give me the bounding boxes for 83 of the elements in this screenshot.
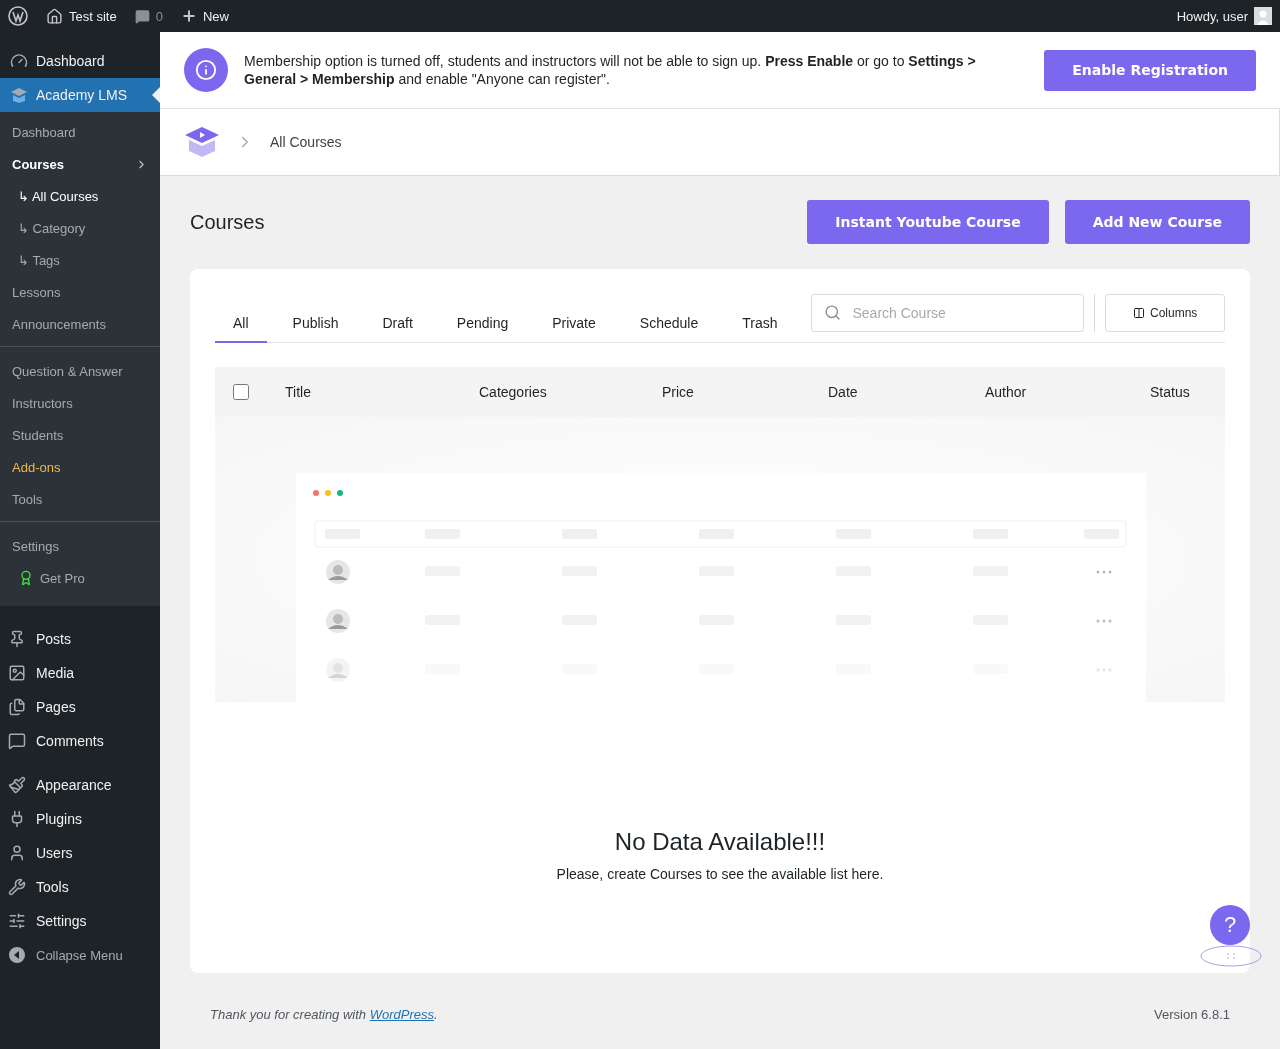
status-tab[interactable]: Publish — [274, 293, 357, 343]
column-header: Categories — [479, 384, 548, 400]
column-header: Date — [828, 384, 859, 400]
empty-title: No Data Available!!! — [614, 828, 826, 856]
empty-message: Please, create Courses to see the available list here. — [556, 866, 884, 882]
status-tab[interactable]: Private — [534, 293, 614, 343]
breadcrumb: All Courses — [270, 134, 342, 150]
sidebar-subitem[interactable]: ↳ All Courses — [0, 180, 160, 212]
greeting: Howdy, user — [1176, 8, 1248, 24]
sidebar-subitem[interactable]: Get Pro — [0, 562, 160, 594]
sidebar-subitem[interactable]: ↳ Category — [0, 212, 160, 244]
sidebar-item[interactable]: Plugins — [0, 802, 160, 836]
columns-button[interactable]: Columns — [1105, 293, 1225, 332]
sidebar-item[interactable]: Settings — [0, 904, 160, 938]
sidebar-item[interactable]: Academy LMS — [0, 78, 160, 112]
sidebar-subitem[interactable]: Lessons — [0, 276, 160, 308]
sidebar-item[interactable]: Media — [0, 656, 160, 690]
version: Version 6.8.1 — [1154, 1007, 1230, 1024]
status-tab[interactable]: Trash — [724, 293, 796, 343]
sidebar-subitem[interactable]: Settings — [0, 530, 160, 562]
search-field[interactable]: Search Course — [811, 293, 1085, 332]
sidebar-item[interactable]: Tools — [0, 870, 160, 904]
enable-registration-button[interactable]: Enable Registration — [1044, 49, 1256, 91]
sidebar-subitem[interactable]: Add-ons — [0, 451, 160, 483]
menu-icon — [8, 630, 26, 648]
menu-icon — [8, 698, 26, 716]
new-link[interactable]: New — [180, 8, 229, 24]
sidebar-subitem[interactable]: Tools — [0, 483, 160, 515]
wordpress-link[interactable]: WordPress — [369, 1007, 434, 1022]
sidebar-subitem[interactable]: ↳ Tags — [0, 244, 160, 276]
columns-icon — [1133, 306, 1145, 319]
status-tab[interactable]: Pending — [438, 293, 527, 343]
plus-icon — [180, 8, 197, 24]
collapse-icon — [8, 946, 26, 964]
status-tab[interactable]: Schedule — [621, 293, 717, 343]
sidebar-item[interactable]: Appearance — [0, 768, 160, 802]
page-title: Courses — [190, 210, 266, 234]
sidebar-subitem[interactable]: Question & Answer — [0, 355, 160, 387]
academy-icon — [10, 87, 28, 103]
sidebar-item[interactable]: Dashboard — [0, 44, 160, 78]
collapse-menu[interactable]: Collapse Menu — [0, 938, 160, 972]
wordpress-logo-icon[interactable] — [8, 6, 28, 26]
menu-icon — [8, 844, 26, 862]
sidebar-subitem[interactable]: Students — [0, 419, 160, 451]
sidebar-item[interactable]: Pages — [0, 690, 160, 724]
info-icon — [184, 48, 228, 92]
comment-count: 0 — [155, 8, 163, 24]
comment-icon — [134, 8, 150, 24]
site-name: Test site — [69, 8, 117, 24]
sidebar-subitem[interactable]: Instructors — [0, 387, 160, 419]
column-header: Status — [1150, 384, 1191, 400]
menu-icon — [8, 732, 26, 750]
site-link[interactable]: Test site — [46, 7, 117, 25]
menu-icon — [8, 912, 26, 930]
comments-link[interactable]: 0 — [134, 8, 163, 24]
course-button[interactable]: Instant Youtube Course — [807, 200, 1049, 244]
avatar-icon — [1254, 7, 1272, 25]
footer-text: Thank you for creating with WordPress. — [210, 1007, 438, 1024]
home-icon — [46, 7, 63, 25]
notice-text: Membership option is turned off, students and instructors will not be able to sign up. Press Enable or go to Settings > General > Membership and enable "Anyone can register". — [244, 52, 977, 88]
menu-icon — [8, 664, 26, 682]
award-icon — [18, 570, 34, 586]
sidebar-subitem[interactable]: Announcements — [0, 308, 160, 340]
sidebar-item[interactable]: Comments — [0, 724, 160, 758]
menu-icon — [8, 776, 26, 794]
sidebar-item[interactable]: Posts — [0, 622, 160, 656]
academy-logo-icon — [184, 125, 220, 159]
dashboard-icon — [10, 52, 28, 70]
column-header: Title — [285, 384, 312, 400]
sidebar-item[interactable]: Users — [0, 836, 160, 870]
course-button[interactable]: Add New Course — [1064, 200, 1250, 244]
sidebar-subitem[interactable]: Courses — [0, 148, 160, 180]
search-icon — [824, 303, 842, 321]
column-header: Author — [985, 384, 1028, 400]
new-label: New — [202, 8, 229, 24]
account-link[interactable]: Howdy, user — [1176, 7, 1272, 25]
menu-icon — [8, 878, 26, 896]
drag-handle-icon[interactable] — [1200, 945, 1262, 967]
column-header: Price — [662, 384, 695, 400]
select-all-checkbox[interactable] — [233, 384, 249, 400]
status-tab[interactable]: Draft — [364, 293, 431, 343]
status-tab[interactable]: All — [215, 293, 267, 343]
sidebar-subitem[interactable]: Dashboard — [0, 116, 160, 148]
